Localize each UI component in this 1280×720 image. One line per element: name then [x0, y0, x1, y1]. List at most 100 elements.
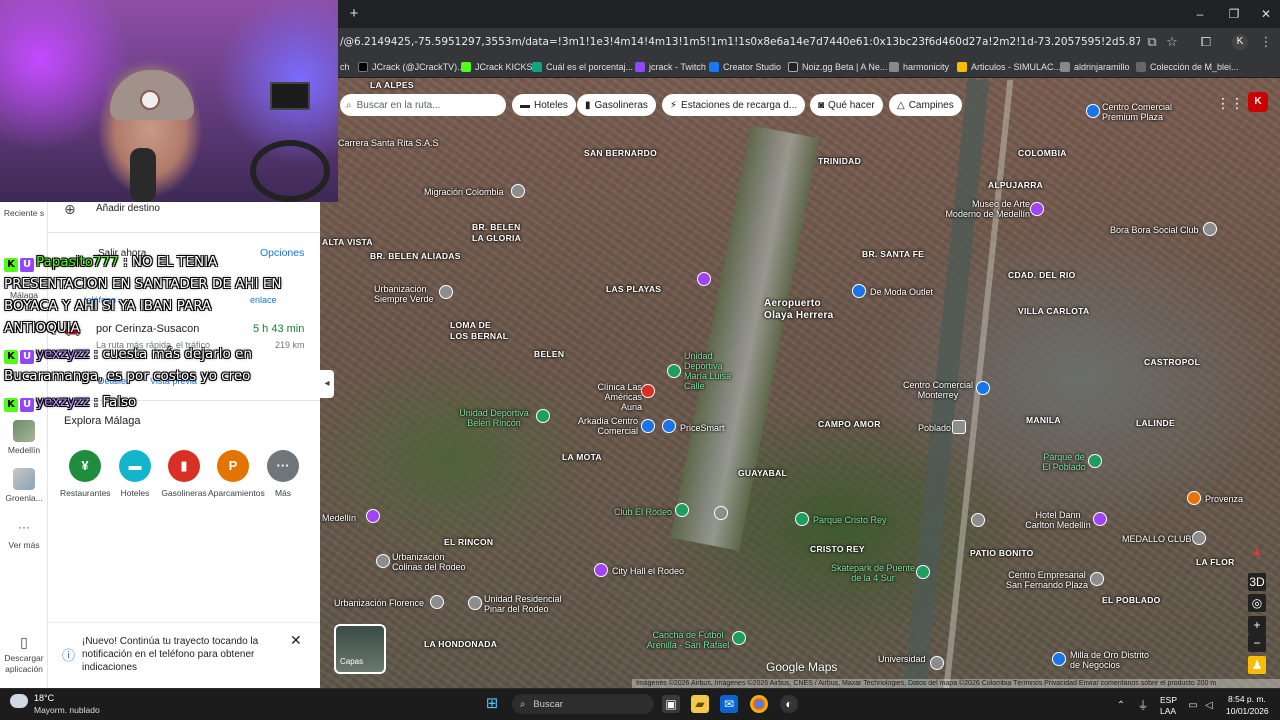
- clock-date[interactable]: 10/01/2026: [1226, 706, 1269, 716]
- place-pin-icon[interactable]: [930, 656, 944, 670]
- windows-start-icon[interactable]: ⊞: [483, 695, 501, 713]
- route-search-input[interactable]: ⌕ Buscar en la ruta...: [340, 94, 506, 116]
- volume-icon[interactable]: ◁: [1200, 697, 1218, 715]
- place-label[interactable]: Unidad Deportiva María Luisa Calle: [684, 351, 734, 391]
- chip-gas-stations[interactable]: ▮ Gasolineras: [577, 94, 656, 116]
- place-pin-icon[interactable]: [594, 563, 608, 577]
- bookmark-item[interactable]: JCrack KICKS: [461, 60, 533, 74]
- shopping-pin-icon[interactable]: [852, 284, 866, 298]
- minimize-icon[interactable]: –: [1190, 6, 1210, 22]
- compass-icon[interactable]: ▲: [1248, 542, 1266, 560]
- bookmark-item[interactable]: Articulos - SIMULAC...: [957, 60, 1061, 74]
- sports-pin-icon[interactable]: [667, 364, 681, 378]
- bookmark-item[interactable]: ch: [340, 60, 350, 74]
- place-label[interactable]: Centro Comercial Monterrey: [900, 380, 976, 400]
- file-explorer-icon[interactable]: ▰: [691, 695, 709, 713]
- place-pin-icon[interactable]: [511, 184, 525, 198]
- place-pin-icon[interactable]: [714, 506, 728, 520]
- weather-cloud-icon[interactable]: [10, 694, 28, 708]
- place-label[interactable]: Poblado: [918, 423, 951, 433]
- recent-label[interactable]: Reciente s: [0, 208, 48, 219]
- shopping-pin-icon[interactable]: [976, 381, 990, 395]
- place-label[interactable]: Centro Comercial Premium Plaza: [1102, 102, 1182, 122]
- bookmark-item[interactable]: Noiz.gg Beta | A Ne...: [788, 60, 887, 74]
- add-circle-icon[interactable]: ⊕: [64, 201, 76, 218]
- place-label[interactable]: Universidad: [878, 654, 926, 664]
- taskbar-search[interactable]: ⌕ Buscar: [512, 694, 654, 714]
- place-label[interactable]: Unidad Deportiva Belén Rincón: [452, 408, 536, 428]
- account-avatar[interactable]: K: [1248, 92, 1268, 112]
- url-text[interactable]: /@6.2149425,-75.5951297,3553m/data=!3m1!…: [340, 33, 1140, 51]
- profile-avatar[interactable]: K: [1232, 34, 1248, 50]
- place-label[interactable]: Hotel Dann Carlton Medellín: [1022, 510, 1094, 530]
- place-label[interactable]: Unidad Residencial Pinar del Rodeo: [484, 594, 574, 614]
- place-label[interactable]: Museo de Arte Moderno de Medellín: [936, 199, 1030, 219]
- category-more[interactable]: ··· Más: [258, 450, 308, 498]
- shopping-pin-icon[interactable]: [1187, 491, 1201, 505]
- place-label[interactable]: Arkadia Centro Comercial: [576, 416, 638, 436]
- sports-pin-icon[interactable]: [675, 503, 689, 517]
- park-pin-icon[interactable]: [795, 512, 809, 526]
- place-label[interactable]: MEDALLO CLUB: [1122, 534, 1192, 544]
- park-pin-icon[interactable]: [1088, 454, 1102, 468]
- add-destination[interactable]: Añadir destino: [96, 203, 160, 214]
- place-pin-icon[interactable]: [1203, 222, 1217, 236]
- tray-chevron-icon[interactable]: ⌃: [1112, 697, 1130, 715]
- close-icon[interactable]: ✕: [1256, 6, 1276, 22]
- place-pin-icon[interactable]: [439, 285, 453, 299]
- layers-button[interactable]: [334, 624, 386, 674]
- see-more-link[interactable]: Ver más: [0, 540, 48, 550]
- place-label[interactable]: Bora Bora Social Club: [1110, 225, 1199, 235]
- place-label[interactable]: Urbanización Florence: [334, 598, 424, 608]
- input-language[interactable]: ESP: [1160, 695, 1177, 705]
- place-label[interactable]: Medellín: [322, 513, 356, 523]
- mic-icon[interactable]: ⏚: [1134, 697, 1152, 715]
- app-icon[interactable]: ◐: [780, 695, 798, 713]
- hospital-pin-icon[interactable]: [641, 384, 655, 398]
- zoom-out-button[interactable]: −: [1248, 634, 1266, 652]
- park-pin-icon[interactable]: [916, 565, 930, 579]
- shopping-pin-icon[interactable]: [1086, 104, 1100, 118]
- menu-kebab-icon[interactable]: ⋮: [1256, 32, 1276, 52]
- chip-charging-stations[interactable]: ⚡ Estaciones de recarga d...: [662, 94, 806, 116]
- zoom-in-button[interactable]: +: [1248, 616, 1266, 634]
- place-pin-icon[interactable]: [697, 272, 711, 286]
- place-pin-icon[interactable]: [376, 554, 390, 568]
- task-view-icon[interactable]: ▣: [662, 695, 680, 713]
- input-layout[interactable]: LAA: [1160, 706, 1176, 716]
- place-label[interactable]: Parque de El Poblado: [1040, 452, 1088, 472]
- 3d-toggle-button[interactable]: 3D: [1248, 573, 1266, 591]
- chip-things-to-do[interactable]: ◙ Qué hacer: [810, 94, 883, 116]
- category-parking[interactable]: P Aparcamientos: [208, 450, 265, 498]
- place-label[interactable]: Milla de Oro Distrito de Negocios: [1070, 650, 1160, 670]
- recent-item-groenland[interactable]: Groenla...: [0, 468, 48, 503]
- clock-time[interactable]: 8:54 p. m.: [1228, 694, 1266, 704]
- place-pin-icon[interactable]: [468, 596, 482, 610]
- outlook-icon[interactable]: ✉: [720, 695, 738, 713]
- place-pin-icon[interactable]: [366, 509, 380, 523]
- chrome-icon[interactable]: [750, 695, 768, 713]
- extensions-icon[interactable]: ⧠: [1196, 32, 1216, 52]
- chip-campsites[interactable]: △ Campines: [889, 94, 962, 116]
- place-label[interactable]: Clínica Las Américas Auna: [594, 382, 642, 412]
- place-label[interactable]: Club El Rodeo: [614, 507, 672, 517]
- bookmark-item[interactable]: Creator Studio: [709, 60, 781, 74]
- chip-hotels[interactable]: ▬ Hoteles: [512, 94, 576, 116]
- place-label[interactable]: De Moda Outlet: [870, 287, 933, 297]
- sports-pin-icon[interactable]: [536, 409, 550, 423]
- museum-pin-icon[interactable]: [1030, 202, 1044, 216]
- bookmark-item[interactable]: jcrack - Twitch: [635, 60, 706, 74]
- place-label[interactable]: Provenza: [1205, 494, 1243, 504]
- apps-grid-icon[interactable]: ⋮⋮: [1216, 95, 1244, 111]
- bookmark-item[interactable]: aldrinjaramillo: [1060, 60, 1130, 74]
- airport-label[interactable]: Aeropuerto Olaya Herrera: [764, 298, 844, 322]
- place-label[interactable]: Skatepark de Puente de la 4 Sur: [830, 563, 916, 583]
- place-label[interactable]: Migración Colombia: [424, 187, 504, 197]
- recent-item-medellin[interactable]: Medellín: [0, 420, 48, 455]
- shopping-pin-icon[interactable]: [641, 419, 655, 433]
- collapse-panel-button[interactable]: ◂: [320, 370, 334, 398]
- my-location-icon[interactable]: ◎: [1248, 594, 1266, 612]
- transit-pin-icon[interactable]: [952, 420, 966, 434]
- sports-pin-icon[interactable]: [732, 631, 746, 645]
- place-pin-icon[interactable]: [1090, 572, 1104, 586]
